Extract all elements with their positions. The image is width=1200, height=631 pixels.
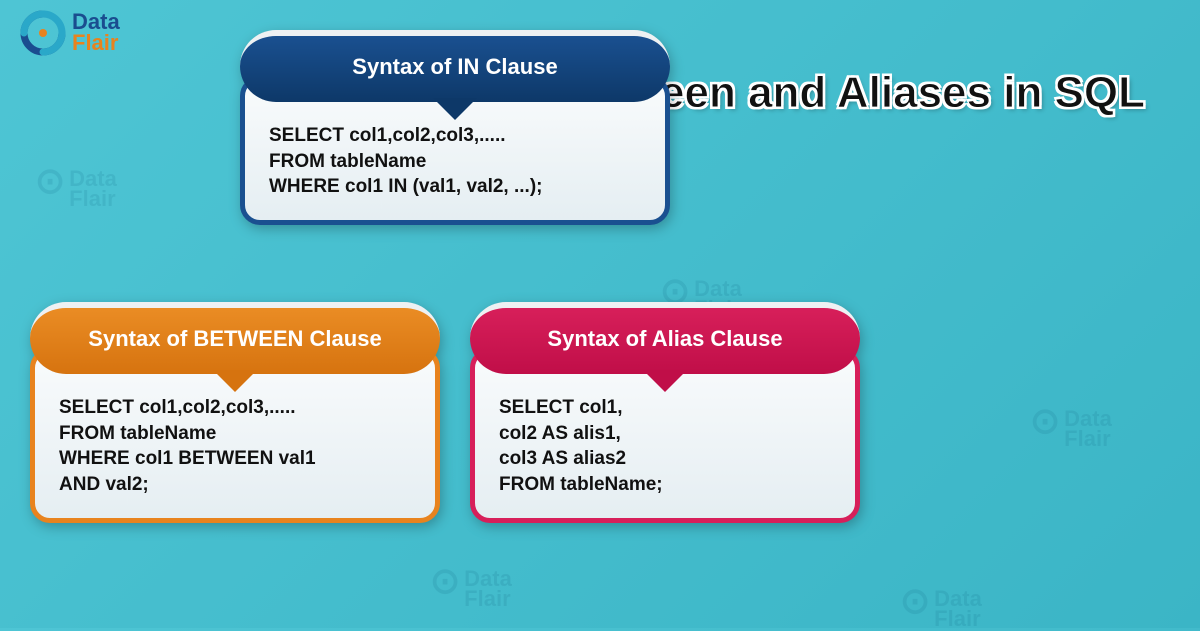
logo-icon: [20, 10, 66, 56]
logo-text-line2: Flair: [72, 30, 118, 55]
card-header: Syntax of IN Clause: [240, 30, 670, 102]
card-header: Syntax of Alias Clause: [470, 302, 860, 374]
card-alias-clause: Syntax of Alias Clause SELECT col1, col2…: [470, 302, 860, 523]
card-header: Syntax of BETWEEN Clause: [30, 302, 440, 374]
watermark: ⊙DataFlair: [1030, 400, 1112, 449]
watermark: ⊙DataFlair: [35, 160, 117, 209]
watermark: ⊙DataFlair: [430, 560, 512, 609]
watermark: ⊙DataFlair: [900, 580, 982, 629]
card-between-clause: Syntax of BETWEEN Clause SELECT col1,col…: [30, 302, 440, 523]
brand-logo: Data Flair: [20, 10, 120, 56]
card-in-clause: Syntax of IN Clause SELECT col1,col2,col…: [240, 30, 670, 225]
